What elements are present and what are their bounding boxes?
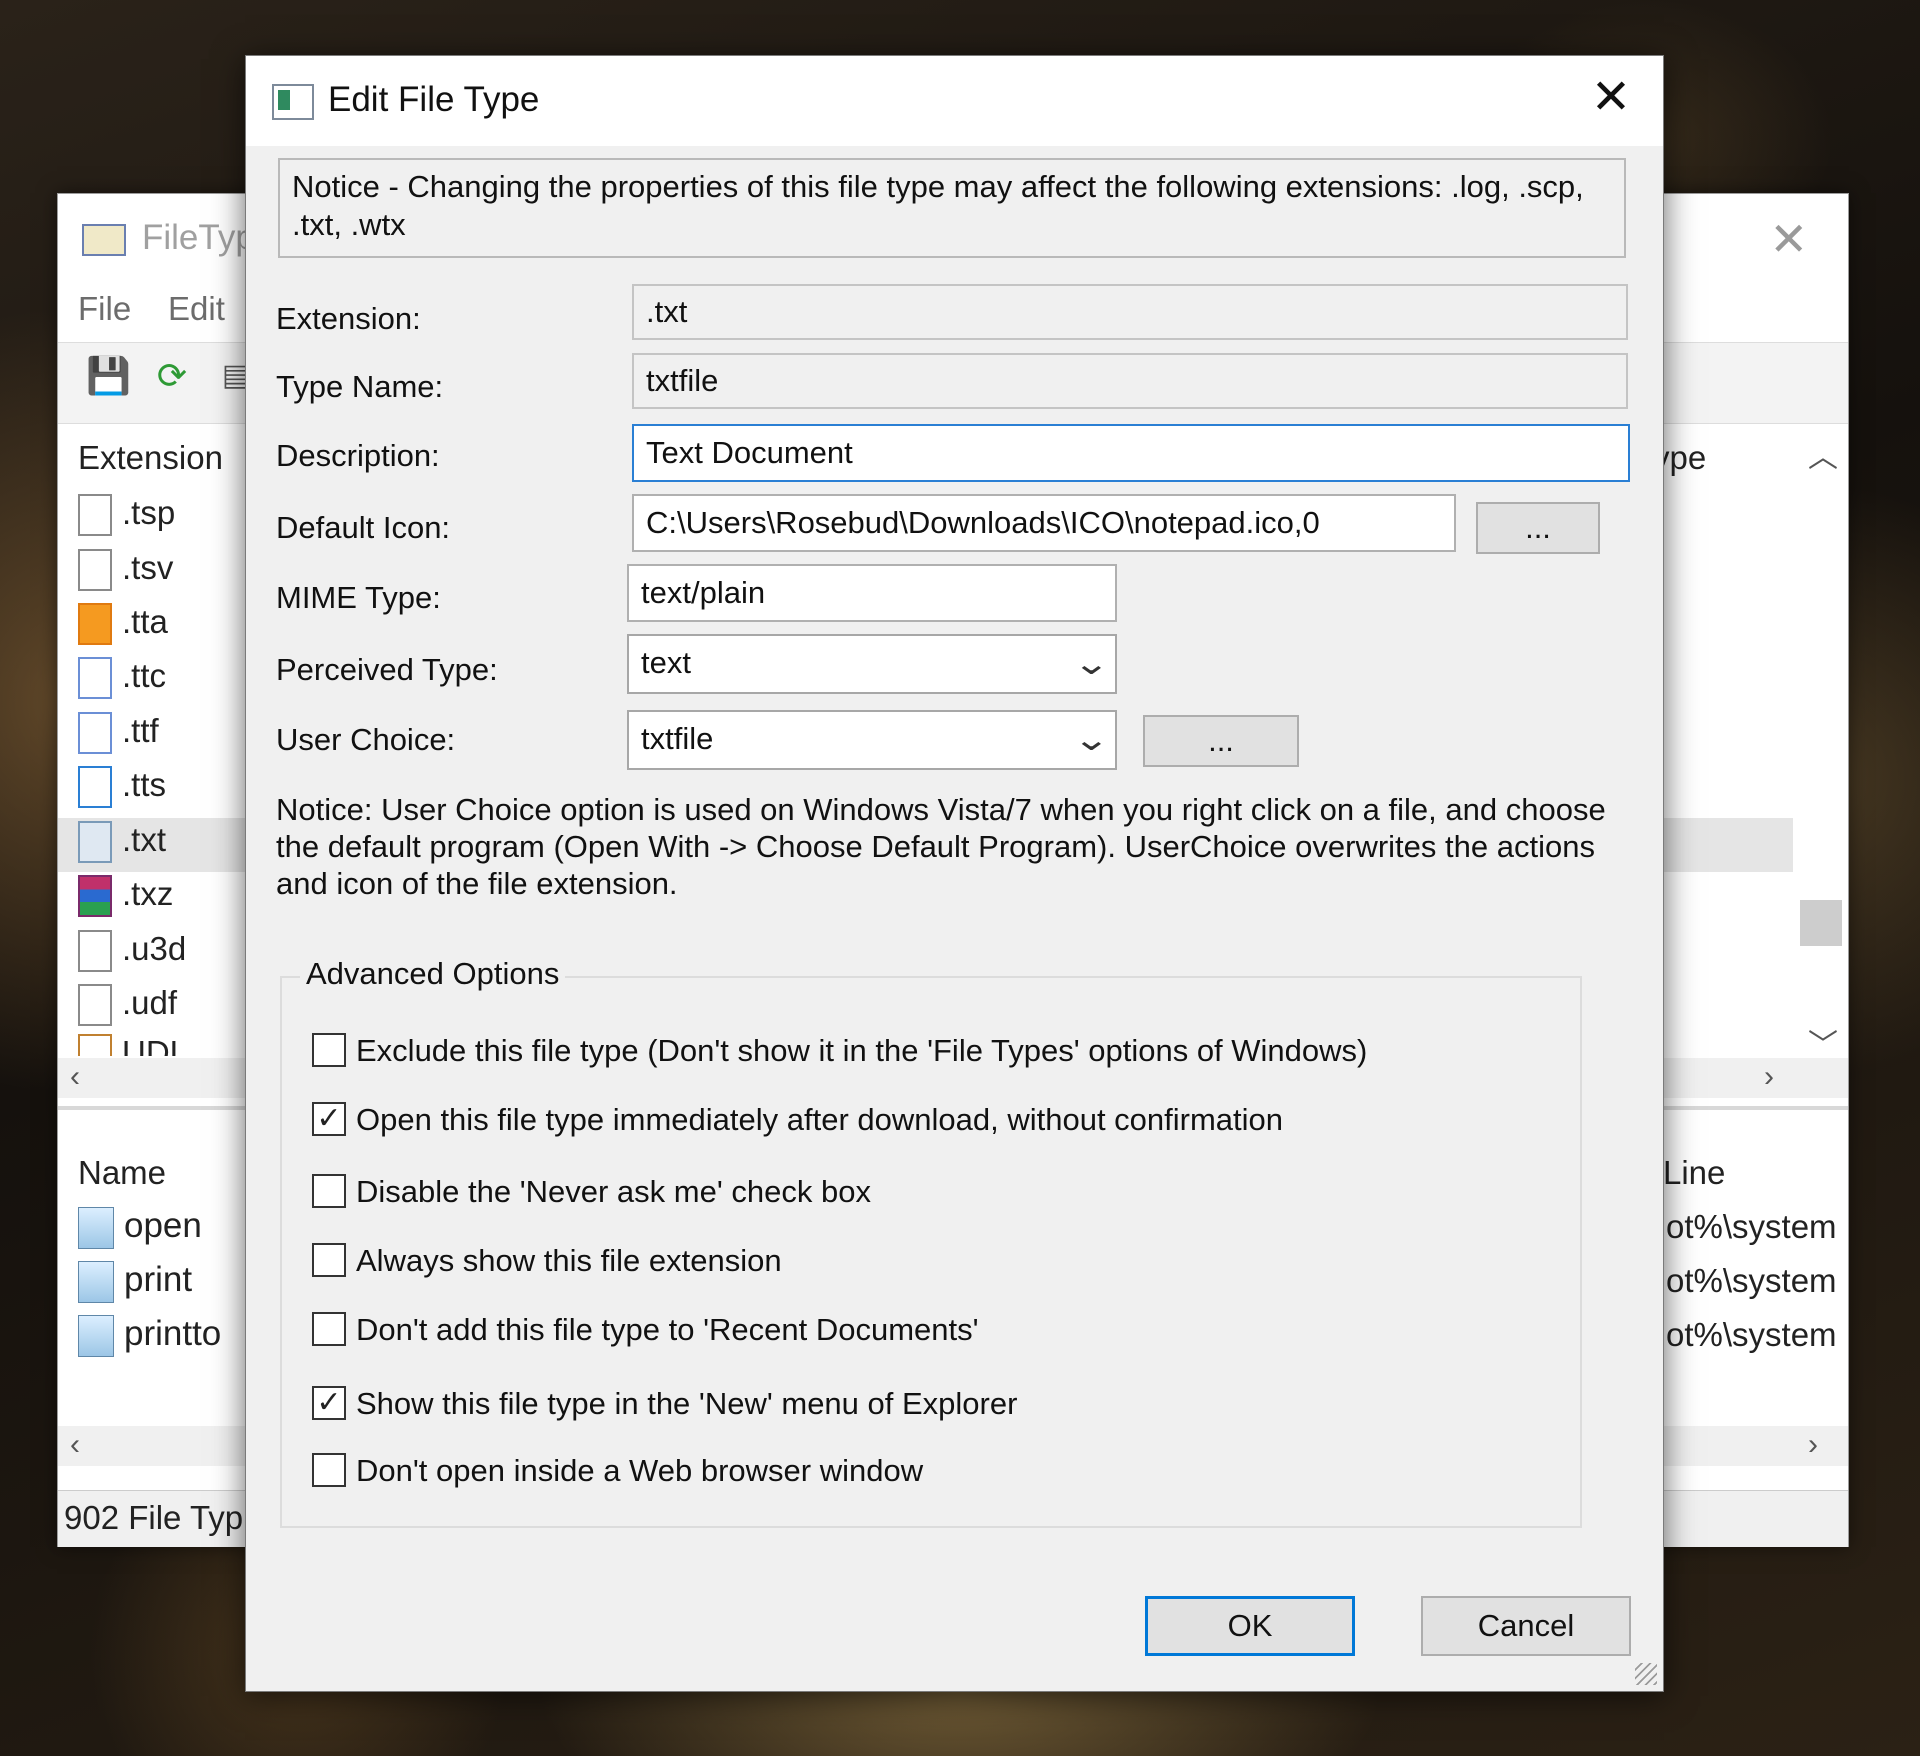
dialog-app-icon [272, 84, 314, 120]
status-count: 902 File Typ [64, 1499, 244, 1536]
perceived-type-value: text [641, 645, 691, 680]
action-row[interactable]: printto [78, 1314, 221, 1357]
default-icon-field[interactable] [632, 494, 1456, 552]
type-name-label: Type Name: [276, 369, 444, 404]
scroll-right-icon[interactable]: › [1808, 1428, 1818, 1462]
list-item[interactable]: .txz [78, 875, 173, 929]
dialog-title: Edit File Type [328, 80, 540, 119]
notepad-icon [78, 1314, 114, 1357]
column-name[interactable]: Name [78, 1154, 166, 1192]
close-icon[interactable]: ✕ [1769, 212, 1808, 266]
cancel-button[interactable]: Cancel [1421, 1596, 1631, 1656]
user-choice-select[interactable]: txtfile ⌄ [627, 710, 1117, 770]
scroll-right-icon[interactable]: › [1764, 1060, 1774, 1094]
checkbox-open-immediately[interactable]: ✓ [312, 1102, 346, 1136]
vertical-scroll-thumb[interactable] [1800, 900, 1842, 946]
checkbox-no-browser-window[interactable] [312, 1453, 346, 1487]
mime-type-label: MIME Type: [276, 580, 441, 615]
mime-type-field[interactable] [627, 564, 1117, 622]
user-choice-browse-button[interactable]: ... [1143, 715, 1299, 767]
chevron-down-icon: ⌄ [1072, 721, 1111, 757]
app-icon [82, 224, 126, 256]
checkbox-show-in-new-menu[interactable]: ✓ [312, 1386, 346, 1420]
file-icon [78, 549, 112, 592]
notepad-icon [78, 1260, 114, 1303]
column-command-line[interactable]: Line [1663, 1154, 1725, 1192]
save-icon[interactable]: 💾 [86, 354, 131, 398]
scroll-down-icon[interactable]: ﹀ [1808, 1020, 1838, 1064]
list-item[interactable]: .udf [78, 984, 177, 1038]
list-item[interactable]: .tta [78, 603, 168, 657]
dialog-titlebar: Edit File Type ✕ [246, 56, 1663, 146]
extensions-notice: Notice - Changing the properties of this… [278, 158, 1626, 258]
file-icon [78, 494, 112, 537]
resize-grip-icon[interactable] [1635, 1663, 1657, 1685]
browse-icon-button[interactable]: ... [1476, 502, 1600, 554]
notepad-icon [78, 821, 112, 864]
file-icon [78, 984, 112, 1027]
list-item[interactable]: .u3d [78, 930, 186, 984]
list-item[interactable]: .tsp [78, 494, 175, 548]
3d-file-icon [78, 930, 112, 973]
default-icon-label: Default Icon: [276, 510, 451, 545]
font-file-icon [78, 712, 112, 755]
user-choice-label: User Choice: [276, 722, 456, 757]
description-label: Description: [276, 438, 440, 473]
scroll-left-icon[interactable]: ‹ [70, 1060, 80, 1094]
vlc-cone-icon [78, 603, 112, 646]
list-item-selected[interactable]: .txt [78, 821, 166, 875]
menu-edit[interactable]: Edit [168, 290, 225, 328]
speech-file-icon [78, 766, 112, 809]
close-icon[interactable]: ✕ [1581, 68, 1641, 128]
ok-button[interactable]: OK [1145, 1596, 1355, 1656]
advanced-options-title: Advanced Options [300, 956, 566, 992]
perceived-type-label: Perceived Type: [276, 652, 498, 687]
action-row[interactable]: open [78, 1206, 202, 1249]
menu-file[interactable]: File [78, 290, 131, 328]
list-item[interactable]: .ttf [78, 712, 159, 766]
edit-file-type-dialog: Edit File Type ✕ Notice - Changing the p… [245, 55, 1664, 1692]
extension-label: Extension: [276, 301, 421, 336]
font-file-icon [78, 657, 112, 700]
column-extension[interactable]: Extension [78, 439, 223, 477]
perceived-type-select[interactable]: text ⌄ [627, 634, 1117, 694]
command-cell: ot%\system [1666, 1316, 1837, 1353]
archive-icon [78, 875, 112, 918]
list-item[interactable]: .ttc [78, 657, 166, 711]
checkbox-exclude[interactable] [312, 1033, 346, 1067]
notepad-icon [78, 1206, 114, 1249]
checkbox-no-recent-documents[interactable] [312, 1312, 346, 1346]
chevron-down-icon: ⌄ [1072, 645, 1111, 681]
action-row[interactable]: print [78, 1260, 192, 1303]
extension-field[interactable] [632, 284, 1628, 340]
command-cell: ot%\system [1666, 1208, 1837, 1245]
list-item[interactable]: UDL [78, 1034, 188, 1056]
udl-file-icon [78, 1034, 112, 1056]
user-choice-notice: Notice: User Choice option is used on Wi… [276, 792, 1606, 901]
type-name-field[interactable] [632, 353, 1628, 409]
list-item[interactable]: .tsv [78, 549, 173, 603]
refresh-icon[interactable]: ⟳ [150, 354, 194, 398]
description-field[interactable] [632, 424, 1630, 482]
filetypes-title: FileTyp [142, 218, 255, 257]
scroll-left-icon[interactable]: ‹ [70, 1428, 80, 1462]
command-cell: ot%\system [1666, 1262, 1837, 1299]
user-choice-value: txtfile [641, 721, 714, 756]
checkbox-disable-never-ask[interactable] [312, 1174, 346, 1208]
checkbox-always-show-extension[interactable] [312, 1243, 346, 1277]
list-item[interactable]: .tts [78, 766, 166, 820]
scroll-up-icon[interactable]: ︿ [1808, 432, 1838, 476]
